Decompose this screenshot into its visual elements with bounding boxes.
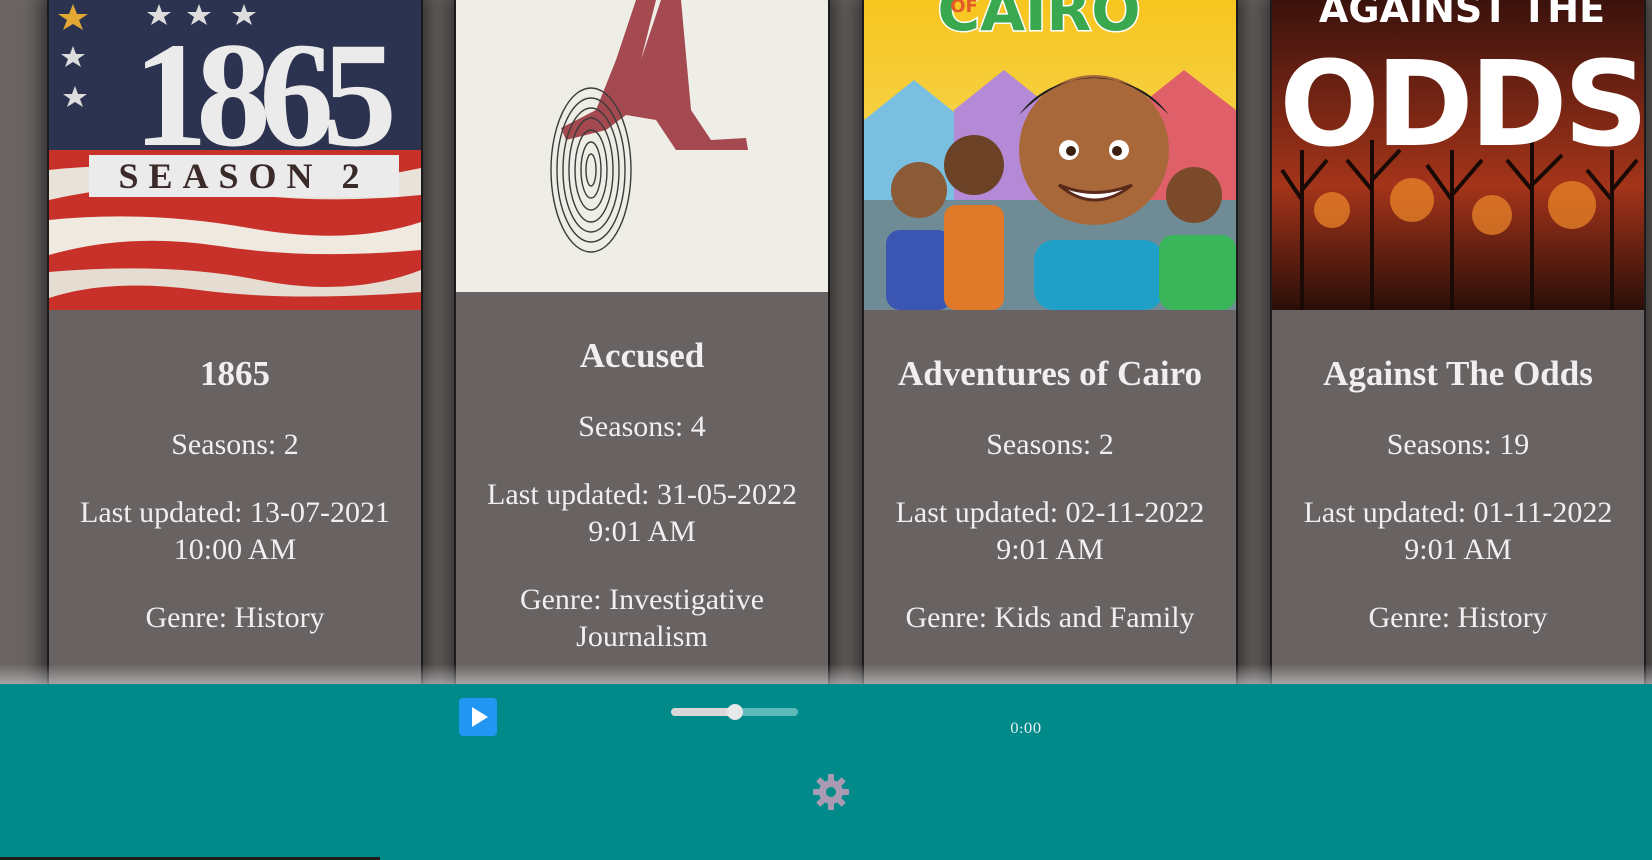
show-last-updated: Last updated: 01-11-2022	[1303, 496, 1613, 529]
show-poster-1865[interactable]: 1865 SEASON 2	[49, 0, 421, 310]
show-title[interactable]: Accused	[456, 336, 828, 376]
show-card-adventures-of-cairo[interactable]: CAIRO OF Adventures of Cairo Seasons: 2 …	[862, 0, 1238, 690]
show-last-updated-time: 10:00 AM	[173, 533, 297, 566]
show-last-updated: Last updated: 31-05-2022	[487, 478, 797, 511]
show-genre: Genre: Investigative	[519, 583, 765, 616]
show-seasons: Seasons: 19	[1386, 428, 1530, 461]
show-last-updated-time: 9:01 AM	[588, 515, 696, 548]
volume-slider-fill	[671, 708, 735, 716]
show-details-against-the-odds: Against The Odds Seasons: 19 Last update…	[1272, 354, 1644, 636]
podcast-grid-page: 1865 SEASON 2 1865 Seasons: 2 Last updat…	[0, 0, 1652, 860]
show-last-updated-time: 9:01 AM	[996, 533, 1104, 566]
poster-art-accused: A	[456, 0, 828, 292]
poster-title-text: 1865	[133, 12, 392, 178]
show-seasons: Seasons: 2	[171, 428, 299, 461]
show-card-1865[interactable]: 1865 SEASON 2 1865 Seasons: 2 Last updat…	[47, 0, 423, 690]
show-card-against-the-odds[interactable]: AGAINST THE ODDS Against The Odds Season…	[1270, 0, 1646, 690]
show-title[interactable]: Adventures of Cairo	[864, 354, 1236, 394]
show-details-accused: Accused Seasons: 4 Last updated: 31-05-2…	[456, 336, 828, 655]
show-details-1865: 1865 Seasons: 2 Last updated: 13-07-2021…	[49, 354, 421, 636]
show-genre: Genre: History	[145, 601, 325, 634]
audio-player-bar: 0:00	[0, 684, 1652, 860]
show-last-updated: Last updated: 13-07-2021	[80, 496, 390, 529]
show-genre-continued: Journalism	[576, 620, 708, 653]
player-top-fade	[0, 664, 1652, 686]
show-genre: Genre: Kids and Family	[905, 601, 1195, 634]
show-last-updated-time: 9:01 AM	[1404, 533, 1512, 566]
show-last-updated: Last updated: 02-11-2022	[895, 496, 1205, 529]
show-title[interactable]: Against The Odds	[1272, 354, 1644, 394]
gear-icon	[813, 774, 849, 810]
show-poster-against-the-odds[interactable]: AGAINST THE ODDS	[1272, 0, 1644, 310]
show-seasons: Seasons: 4	[578, 410, 706, 443]
show-poster-accused[interactable]: A	[456, 0, 828, 292]
poster-subtitle-text: SEASON 2	[118, 156, 369, 196]
play-icon	[472, 707, 488, 727]
show-card-accused[interactable]: A Accused Seasons: 4 Last updated: 31-05…	[454, 0, 830, 690]
volume-slider-thumb[interactable]	[726, 704, 743, 720]
poster-subtitle-text: AGAINST THE	[1319, 0, 1605, 31]
show-poster-adventures-of-cairo[interactable]: CAIRO OF	[864, 0, 1236, 310]
play-button[interactable]	[459, 698, 497, 736]
show-genre: Genre: History	[1368, 601, 1548, 634]
settings-button[interactable]	[811, 772, 851, 812]
show-title[interactable]: 1865	[49, 354, 421, 394]
poster-art-odds: AGAINST THE ODDS	[1272, 0, 1644, 310]
poster-art-1865: 1865 SEASON 2	[49, 0, 421, 310]
show-details-adventures-of-cairo: Adventures of Cairo Seasons: 2 Last upda…	[864, 354, 1236, 636]
show-seasons: Seasons: 2	[986, 428, 1114, 461]
poster-art-cairo: CAIRO OF	[864, 0, 1236, 310]
playback-time: 0:00	[1010, 721, 1042, 737]
poster-subtitle-text: OF	[950, 0, 978, 17]
volume-slider[interactable]	[671, 704, 798, 720]
poster-title-text: ODDS	[1279, 35, 1644, 173]
